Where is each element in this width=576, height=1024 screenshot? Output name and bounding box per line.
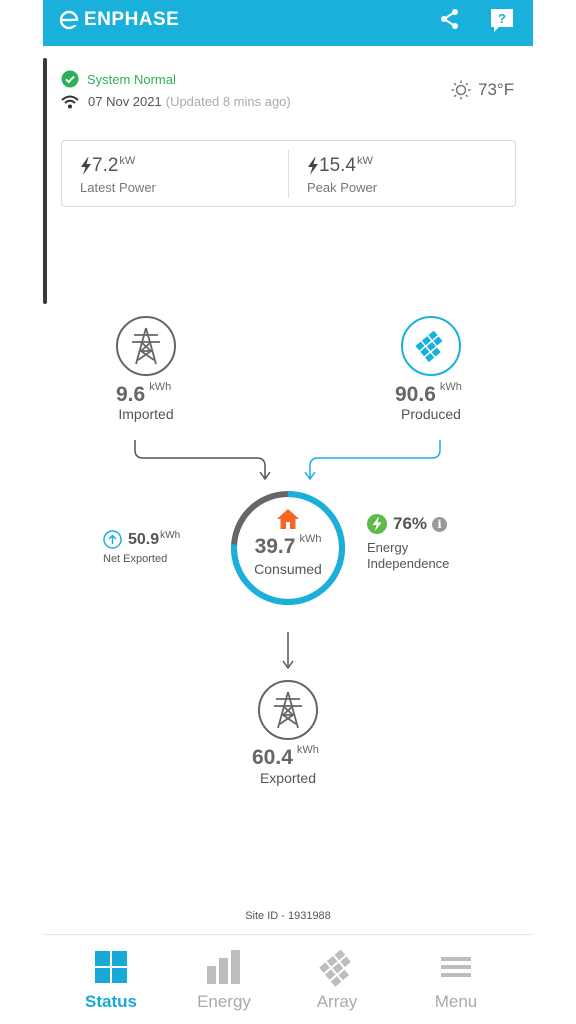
solar-panel-icon bbox=[319, 949, 351, 987]
produced-flow-line bbox=[309, 440, 441, 478]
nav-tab-menu[interactable]: Menu bbox=[406, 950, 506, 1020]
grid-icon bbox=[95, 951, 127, 983]
transmission-tower-icon bbox=[274, 691, 302, 729]
power-summary-card: 7.2 kW Latest Power 15.4 kW Peak Power bbox=[61, 140, 516, 207]
hamburger-icon bbox=[441, 957, 471, 977]
lightning-circle-icon bbox=[367, 514, 387, 534]
independence-label: Energy Independence bbox=[367, 540, 450, 571]
energy-independence: 76% i Energy Independence bbox=[367, 514, 477, 572]
produced-solar-icon-circle bbox=[401, 316, 461, 376]
imported-label: Imported bbox=[118, 406, 174, 422]
latest-power-label: Latest Power bbox=[80, 180, 156, 195]
nav-label-array: Array bbox=[316, 992, 358, 1011]
export-flow-arrow bbox=[282, 660, 294, 670]
bar-chart-icon bbox=[207, 950, 240, 984]
peak-power: 15.4 kW Peak Power bbox=[307, 155, 377, 195]
nav-label-status: Status bbox=[85, 992, 137, 1011]
imported-grid-icon-circle bbox=[116, 316, 176, 376]
temperature: 73°F bbox=[478, 80, 515, 99]
check-circle-icon bbox=[61, 70, 79, 88]
help-chat-icon: ? bbox=[491, 9, 513, 32]
nav-label-energy: Energy bbox=[197, 992, 251, 1011]
svg-text:?: ? bbox=[498, 11, 506, 26]
imported-flow-arrow bbox=[259, 471, 271, 481]
net-exported-value: 50.9 bbox=[128, 530, 160, 548]
nav-tab-status[interactable]: Status bbox=[61, 950, 161, 1020]
consumed-summary: 39.7 kWh Consumed bbox=[228, 490, 348, 610]
produced-value: 90.6 kWh bbox=[395, 381, 462, 406]
share-icon bbox=[441, 9, 458, 29]
exported-label: Exported bbox=[259, 770, 317, 786]
consumed-label: Consumed bbox=[254, 561, 322, 577]
app-header: ENPHASE ? bbox=[43, 0, 533, 46]
imported-flow-line bbox=[134, 440, 266, 478]
app-screen: ENPHASE ? System Normal 07 Nov 2021 (Upd… bbox=[43, 0, 533, 1024]
system-status: System Normal bbox=[61, 70, 176, 88]
latest-power-unit: kW bbox=[119, 155, 136, 167]
wifi-icon bbox=[61, 95, 79, 108]
transmission-tower-icon bbox=[132, 327, 160, 365]
independence-percent: 76% bbox=[393, 514, 428, 533]
site-id: Site ID - 1931988 bbox=[245, 910, 331, 922]
enphase-logo-icon bbox=[59, 10, 79, 30]
lightning-icon bbox=[308, 157, 318, 175]
updated-time: (Updated 8 mins ago) bbox=[165, 94, 291, 109]
produced-flow-arrow bbox=[304, 471, 316, 481]
brand-name: ENPHASE bbox=[84, 9, 180, 30]
nav-tab-array[interactable]: Array bbox=[287, 949, 387, 1020]
connection-date: 07 Nov 2021 (Updated 8 mins ago) bbox=[61, 94, 291, 109]
lightning-icon bbox=[81, 157, 91, 175]
enphase-logo: ENPHASE bbox=[59, 9, 179, 31]
arrow-up-circle-icon bbox=[103, 530, 122, 549]
consumed-value: 39.7 kWh bbox=[254, 533, 322, 558]
info-icon[interactable]: i bbox=[432, 516, 448, 532]
sun-icon bbox=[451, 80, 471, 100]
peak-power-unit: kW bbox=[356, 155, 373, 167]
exported-value: 60.4 kWh bbox=[252, 744, 319, 769]
share-button[interactable] bbox=[438, 7, 462, 31]
report-date: 07 Nov 2021 bbox=[88, 94, 162, 109]
latest-power-value: 7.2 bbox=[92, 155, 119, 176]
nav-divider bbox=[43, 934, 533, 935]
nav-tab-energy[interactable]: Energy bbox=[174, 950, 274, 1020]
imported-value: 9.6 kWh bbox=[116, 381, 172, 406]
weather: 73°F bbox=[451, 80, 514, 100]
latest-power: 7.2 kW Latest Power bbox=[80, 155, 156, 195]
peak-power-value: 15.4 bbox=[319, 155, 356, 176]
help-button[interactable]: ? bbox=[489, 7, 515, 33]
scroll-edge-indicator bbox=[43, 58, 47, 304]
status-text: System Normal bbox=[87, 71, 176, 87]
exported-grid-icon-circle bbox=[258, 680, 318, 740]
net-exported-unit: kWh bbox=[160, 530, 181, 541]
home-icon bbox=[277, 509, 299, 529]
produced-label: Produced bbox=[401, 406, 461, 422]
peak-power-label: Peak Power bbox=[307, 180, 378, 195]
nav-label-menu: Menu bbox=[434, 992, 478, 1011]
card-divider bbox=[288, 150, 289, 198]
net-exported: 50.9 kWh Net Exported bbox=[103, 530, 180, 565]
net-exported-label: Net Exported bbox=[103, 553, 168, 565]
solar-panel-icon bbox=[415, 330, 443, 363]
